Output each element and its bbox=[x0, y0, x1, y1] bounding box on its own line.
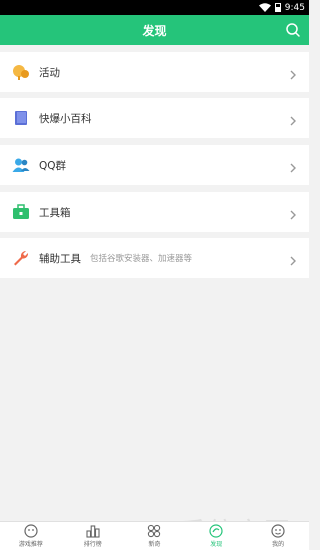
list-item-label: 活动 bbox=[39, 66, 60, 79]
list-item-assist-tools[interactable]: 辅助工具 包括谷歌安装器、加速器等 bbox=[0, 238, 309, 278]
list-item-label: 快爆小百科 bbox=[39, 112, 92, 125]
list-item-label: 工具箱 bbox=[39, 206, 71, 219]
tab-label: 我的 bbox=[272, 541, 285, 548]
chevron-right-icon bbox=[289, 66, 297, 80]
tab-profile[interactable]: 我的 bbox=[247, 522, 309, 550]
activity-icon bbox=[12, 63, 30, 81]
wifi-icon bbox=[258, 3, 271, 12]
book-icon bbox=[12, 109, 30, 127]
status-bar: 9:45 bbox=[0, 0, 309, 15]
tab-ranking[interactable]: 排行榜 bbox=[62, 522, 124, 550]
chevron-right-icon bbox=[289, 206, 297, 220]
chevron-right-icon bbox=[289, 159, 297, 173]
game-controller-icon bbox=[23, 524, 39, 538]
tab-label: 游戏推荐 bbox=[18, 541, 43, 548]
list-item-label: QQ群 bbox=[39, 159, 67, 172]
status-time: 9:45 bbox=[284, 2, 305, 13]
battery-icon bbox=[274, 3, 281, 12]
app-header: 发现 bbox=[0, 15, 309, 45]
tab-label: 新奇 bbox=[148, 541, 161, 548]
chevron-right-icon bbox=[289, 252, 297, 266]
chevron-right-icon bbox=[289, 112, 297, 126]
list-item-qq-group[interactable]: QQ群 bbox=[0, 145, 309, 185]
discover-icon bbox=[208, 524, 224, 538]
list-item-encyclopedia[interactable]: 快爆小百科 bbox=[0, 98, 309, 138]
toolbox-icon bbox=[12, 203, 30, 221]
list-item-description: 包括谷歌安装器、加速器等 bbox=[90, 254, 193, 264]
tab-discover[interactable]: 发现 bbox=[185, 522, 247, 550]
ranking-icon bbox=[85, 524, 101, 538]
bottom-tab-bar: 游戏推荐 排行榜 新奇 发现 我的 bbox=[0, 521, 309, 550]
page-title: 发现 bbox=[142, 23, 167, 38]
tab-label: 排行榜 bbox=[83, 541, 102, 548]
novelty-icon bbox=[146, 524, 162, 538]
tab-game-recommend[interactable]: 游戏推荐 bbox=[0, 522, 62, 550]
list-item-label: 辅助工具 bbox=[39, 252, 81, 265]
tab-novelty[interactable]: 新奇 bbox=[124, 522, 186, 550]
wrench-icon bbox=[12, 249, 30, 267]
tab-label: 发现 bbox=[210, 541, 223, 548]
profile-icon bbox=[270, 524, 286, 538]
list-item-activity[interactable]: 活动 bbox=[0, 52, 309, 92]
search-icon[interactable] bbox=[285, 22, 301, 38]
list-item-toolbox[interactable]: 工具箱 bbox=[0, 192, 309, 232]
group-icon bbox=[12, 156, 30, 174]
